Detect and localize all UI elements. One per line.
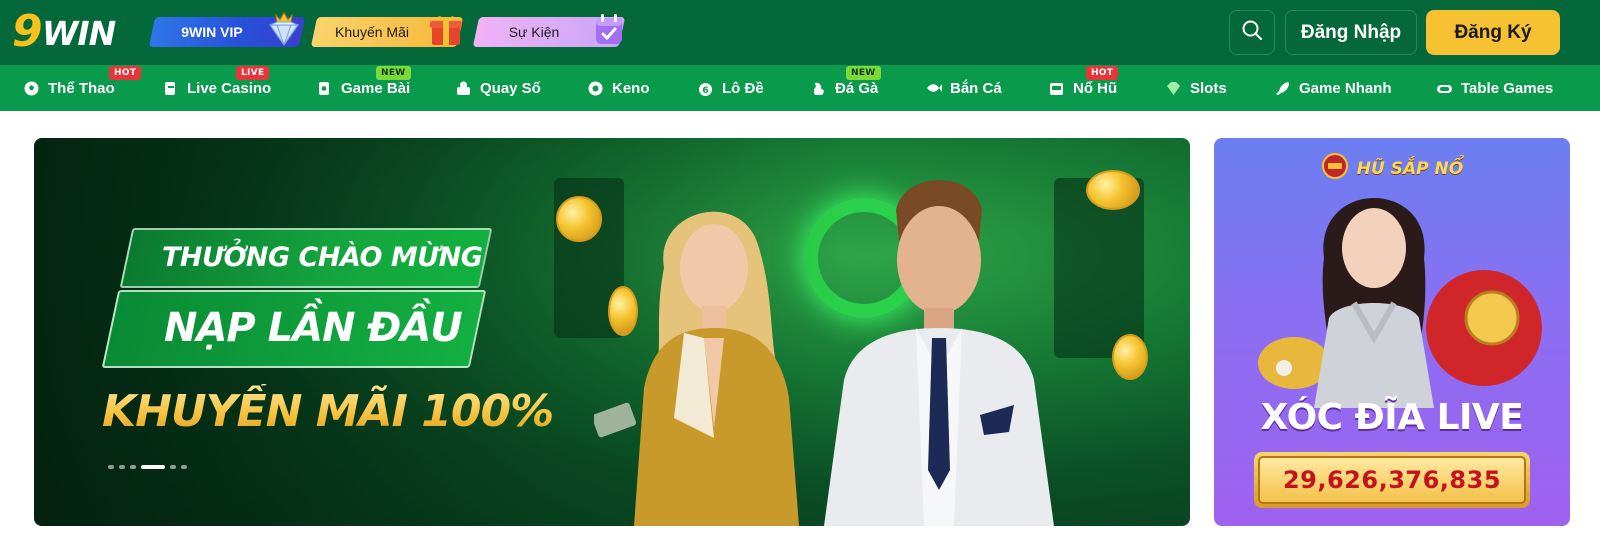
nav-label: Table Games xyxy=(1461,79,1554,97)
nav-label: Đá Gà xyxy=(835,79,879,97)
rooster-icon xyxy=(810,80,827,97)
search-icon xyxy=(1241,19,1263,46)
jackpot-promo-card[interactable]: HŨ SẮP NỔ XÓC ĐĨA LIVE 29,626,376,835 xyxy=(1214,138,1570,526)
table-icon xyxy=(1436,80,1453,97)
nav-label: Bắn Cá xyxy=(950,79,1002,97)
soccer-ball-icon xyxy=(23,80,40,97)
banner-headline-first-deposit: NẠP LẦN ĐẦU xyxy=(164,305,463,351)
gold-coin xyxy=(1112,334,1148,380)
hero-banner[interactable]: THƯỞNG CHÀO MỪNG NẠP LẦN ĐẦU KHUYẾN MÃI … xyxy=(34,138,1190,526)
nav-label: Quay Số xyxy=(480,79,541,97)
login-button[interactable]: Đăng Nhập xyxy=(1285,10,1417,55)
carousel-dot-active[interactable] xyxy=(141,465,165,469)
nav-item-game-nhanh[interactable]: Game Nhanh xyxy=(1274,65,1392,111)
playing-cards-icon xyxy=(316,80,333,97)
carousel-dot[interactable] xyxy=(119,465,125,469)
nav-item-table-games[interactable]: Table Games xyxy=(1436,65,1553,111)
nav-label: Live Casino xyxy=(187,79,272,97)
new-badge: NEW xyxy=(846,66,881,80)
live-badge: LIVE xyxy=(236,66,270,80)
category-nav: Thể Thao HOT Live Casino LIVE Game Bài N… xyxy=(0,65,1600,111)
top-header: 9 WIN 9WIN VIP Khuyến Mãi Sự Kiện Đăng N… xyxy=(0,0,1600,65)
slot-machine-icon xyxy=(1048,80,1065,97)
promo-game-name: XÓC ĐĨA LIVE xyxy=(1260,397,1524,438)
nav-item-game-bai[interactable]: Game Bài NEW xyxy=(316,65,411,111)
nav-item-the-thao[interactable]: Thể Thao HOT xyxy=(23,65,142,111)
number-ball-icon: 6 xyxy=(697,80,714,97)
man-figure xyxy=(824,180,1054,526)
nav-label: Game Bài xyxy=(341,79,411,97)
nav-item-slots[interactable]: Slots xyxy=(1165,65,1227,111)
diamond-icon xyxy=(1165,80,1182,97)
nav-item-keno[interactable]: Keno xyxy=(587,65,650,111)
lottery-ball-icon xyxy=(455,80,472,97)
nav-label: Thể Thao xyxy=(48,79,115,97)
nav-item-ban-ca[interactable]: Bắn Cá xyxy=(925,65,1002,111)
carousel-dot[interactable] xyxy=(181,465,187,469)
jackpot-amount: 29,626,376,835 xyxy=(1258,456,1526,504)
carousel-dot[interactable] xyxy=(170,465,176,469)
register-button[interactable]: Đăng Ký xyxy=(1426,10,1560,55)
nav-item-da-ga[interactable]: Đá Gà NEW xyxy=(810,65,881,111)
vip-label: 9WIN VIP xyxy=(181,24,243,40)
jackpot-counter: 29,626,376,835 xyxy=(1254,452,1530,508)
dealer-figure xyxy=(1258,198,1542,408)
casino-chip-icon xyxy=(162,80,179,97)
diamond-crown-icon xyxy=(264,9,304,49)
carousel-dot[interactable] xyxy=(108,465,114,469)
gift-box-icon xyxy=(426,9,466,49)
promo-title: HŨ SẮP NỔ xyxy=(1356,158,1464,179)
site-logo[interactable]: 9 WIN xyxy=(12,10,130,54)
search-button[interactable] xyxy=(1229,10,1275,55)
nav-label: Game Nhanh xyxy=(1299,79,1392,97)
nav-label: Nổ Hũ xyxy=(1073,79,1118,97)
logo-win: WIN xyxy=(42,14,116,53)
promotions-label: Khuyến Mãi xyxy=(335,24,409,40)
hot-badge: HOT xyxy=(1086,66,1119,80)
hot-badge: HOT xyxy=(109,66,142,80)
nav-item-quay-so[interactable]: Quay Số xyxy=(455,65,541,111)
nav-label: Keno xyxy=(612,79,650,97)
carousel-dot[interactable] xyxy=(130,465,136,469)
banner-headline-bonus: KHUYẾN MÃI 100% xyxy=(102,384,554,440)
rocket-icon xyxy=(1274,80,1291,97)
keno-icon xyxy=(587,80,604,97)
nav-item-no-hu[interactable]: Nổ Hũ HOT xyxy=(1048,65,1119,111)
calendar-icon xyxy=(590,9,630,49)
nav-label: Slots xyxy=(1190,79,1227,97)
logo-nine: 9 xyxy=(12,6,43,57)
nav-item-live-casino[interactable]: Live Casino LIVE xyxy=(162,65,271,111)
events-label: Sự Kiện xyxy=(508,24,560,40)
nav-label: Lô Đề xyxy=(722,79,764,97)
carousel-dots xyxy=(108,465,187,469)
new-badge: NEW xyxy=(376,66,411,80)
banner-headline-welcome: THƯỞNG CHÀO MỪNG xyxy=(162,242,483,273)
svg-text:6: 6 xyxy=(702,86,708,96)
nav-item-lo-de[interactable]: 6 Lô Đề xyxy=(697,65,764,111)
fish-icon xyxy=(925,80,942,97)
woman-figure xyxy=(594,211,799,526)
